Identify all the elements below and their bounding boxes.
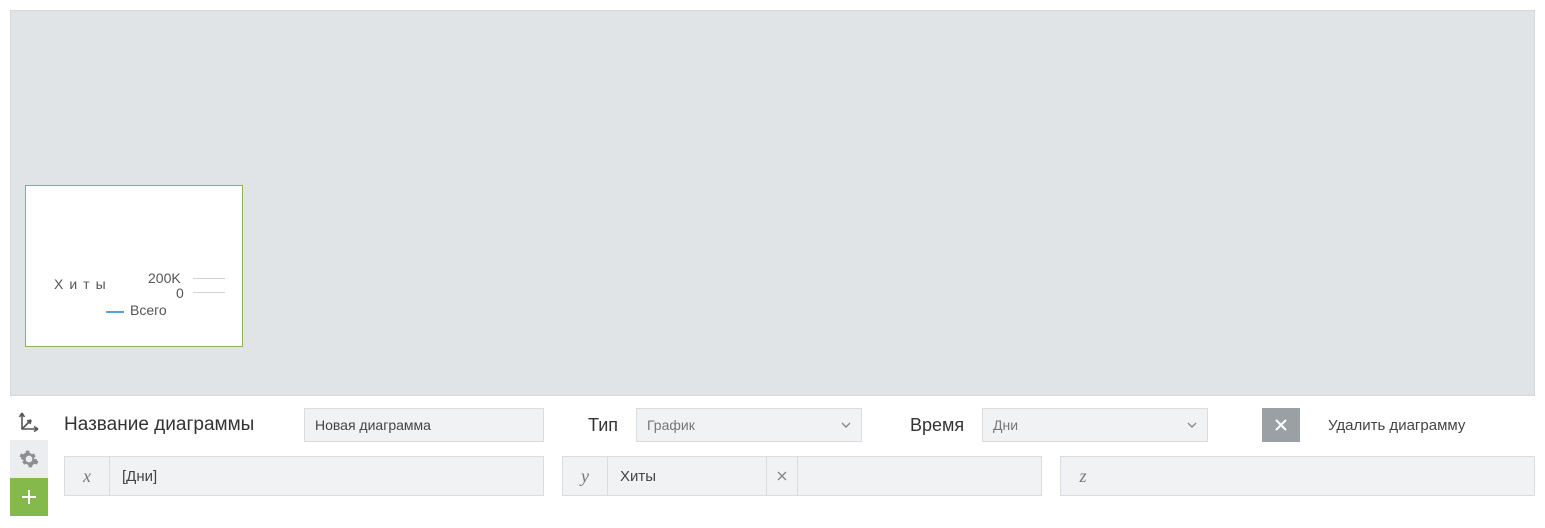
- y-axis-letter: y: [563, 466, 607, 487]
- close-icon: [1274, 418, 1288, 432]
- thumb-tick-top: 200K: [148, 270, 181, 286]
- chart-time-select[interactable]: Дни: [982, 408, 1208, 442]
- x-axis-value: [Дни]: [109, 457, 543, 495]
- thumb-gridline: [193, 292, 225, 293]
- thumb-legend-swatch: [106, 311, 124, 313]
- y-axis-clear-button[interactable]: [767, 471, 797, 481]
- chart-name-label: Название диаграммы: [64, 414, 290, 436]
- thumb-gridline: [193, 278, 225, 279]
- y-axis-value: Хиты: [607, 457, 767, 495]
- gear-icon: [19, 449, 39, 469]
- panel-sidebar: [10, 402, 48, 516]
- axes-icon: [18, 410, 40, 432]
- x-axis-field[interactable]: x [Дни]: [64, 456, 544, 496]
- thumb-tick-bottom: 0: [176, 285, 184, 301]
- x-axis-letter: x: [65, 466, 109, 487]
- chevron-down-icon: [841, 422, 851, 428]
- z-axis-value: [1105, 457, 1534, 495]
- settings-tab-button[interactable]: [10, 440, 48, 478]
- y-axis-extra[interactable]: [797, 457, 1041, 495]
- config-panel: Название диаграммы Новая диаграмма Тип Г…: [10, 398, 1535, 518]
- chart-type-select[interactable]: График: [636, 408, 862, 442]
- chart-type-value: График: [647, 417, 695, 433]
- chart-name-input[interactable]: Новая диаграмма: [304, 408, 544, 442]
- chart-type-label: Тип: [588, 415, 622, 436]
- chart-name-value: Новая диаграмма: [315, 417, 431, 433]
- chart-time-label: Время: [910, 415, 968, 436]
- plus-icon: [20, 488, 38, 506]
- close-icon: [777, 471, 787, 481]
- delete-chart-label[interactable]: Удалить диаграмму: [1328, 417, 1465, 434]
- thumb-y-axis-label: Хиты: [54, 276, 112, 292]
- delete-chart-button[interactable]: [1262, 408, 1300, 442]
- chevron-down-icon: [1187, 422, 1197, 428]
- y-axis-field[interactable]: y Хиты: [562, 456, 1042, 496]
- add-button[interactable]: [10, 478, 48, 516]
- chart-time-value: Дни: [993, 417, 1018, 433]
- chart-canvas: Хиты 200K 0 Всего: [10, 10, 1535, 396]
- chart-thumbnail[interactable]: Хиты 200K 0 Всего: [25, 185, 243, 347]
- axes-tab-button[interactable]: [10, 402, 48, 440]
- z-axis-field[interactable]: z: [1060, 456, 1535, 496]
- thumb-legend-label: Всего: [130, 302, 167, 318]
- z-axis-letter: z: [1061, 466, 1105, 487]
